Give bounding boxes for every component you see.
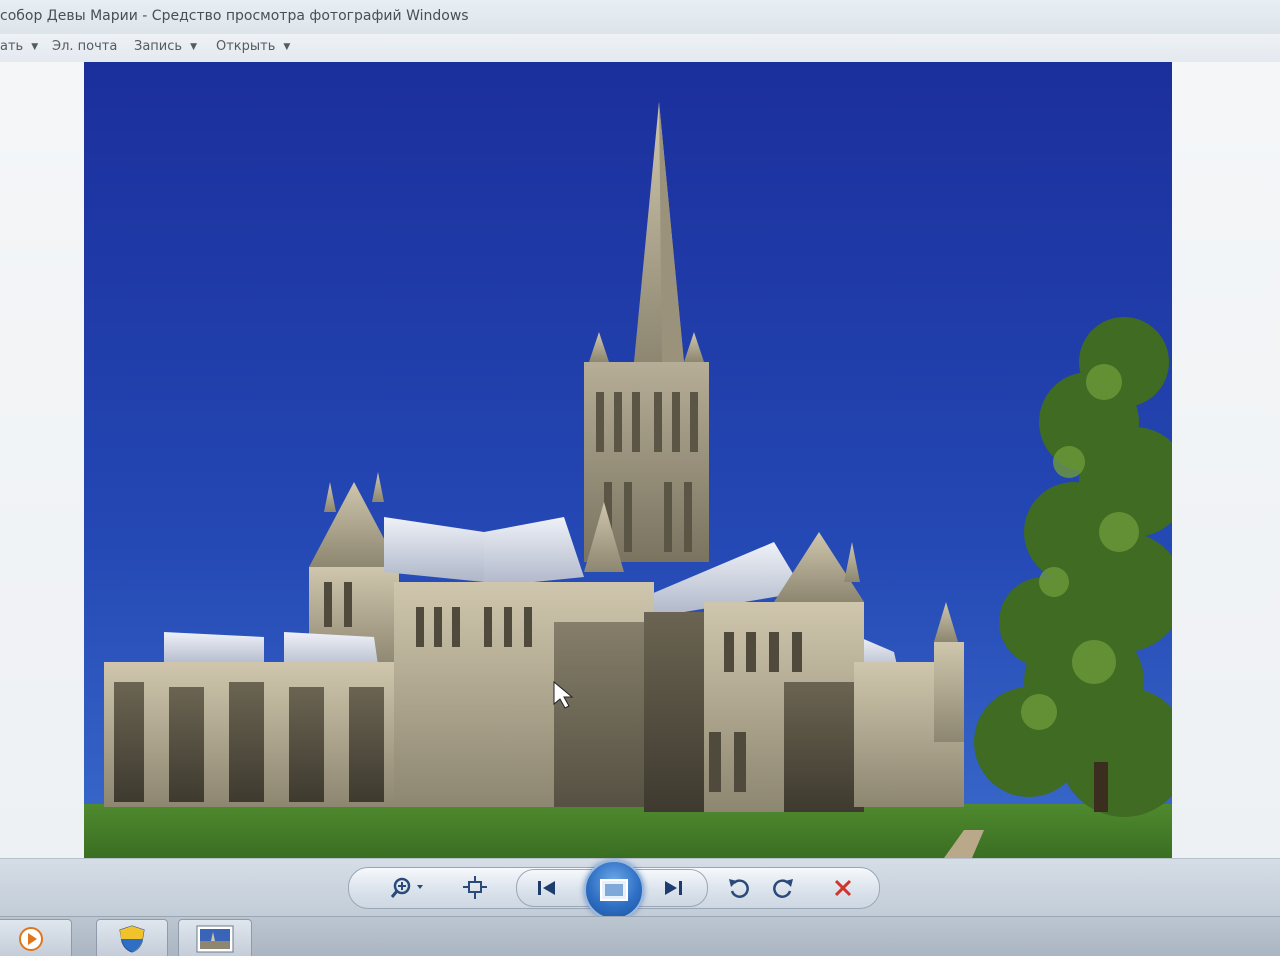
slideshow-button[interactable] bbox=[584, 860, 644, 920]
rotate-clockwise-icon bbox=[773, 879, 793, 898]
rotate-right-button[interactable] bbox=[766, 871, 800, 905]
chevron-down-icon: ▼ bbox=[283, 42, 291, 52]
menu-item-label: Эл. почта bbox=[52, 39, 118, 54]
chevron-down-icon: ▼ bbox=[190, 42, 197, 52]
title-bar: собор Девы Марии - Средство просмотра фо… bbox=[0, 0, 1280, 34]
zoom-button[interactable] bbox=[384, 871, 430, 905]
taskbar-item-media-player[interactable] bbox=[0, 919, 72, 956]
slideshow-icon bbox=[600, 879, 628, 901]
previous-icon bbox=[538, 881, 555, 895]
photo-thumbnail-icon bbox=[196, 925, 234, 953]
magnifier-icon bbox=[390, 877, 423, 898]
menu-bar: ать ▼ Эл. почта Запись ▼ Открыть ▼ bbox=[0, 34, 1280, 63]
taskbar-item-photo-viewer[interactable] bbox=[178, 919, 252, 956]
menu-item-label: Запись bbox=[134, 39, 183, 54]
actual-size-button[interactable] bbox=[458, 871, 492, 905]
next-button[interactable] bbox=[656, 871, 690, 905]
shield-icon bbox=[119, 925, 145, 953]
rotate-counterclockwise-icon bbox=[729, 879, 749, 898]
play-circle-icon bbox=[19, 927, 43, 951]
menu-item-label: Открыть bbox=[216, 39, 276, 54]
photo-viewer-area bbox=[0, 62, 1280, 858]
rotate-left-button[interactable] bbox=[722, 871, 756, 905]
menu-item-open[interactable]: Открыть ▼ bbox=[216, 39, 290, 54]
menu-item-print[interactable]: ать ▼ bbox=[0, 39, 38, 54]
menu-item-label: ать bbox=[0, 39, 24, 54]
previous-button[interactable] bbox=[530, 871, 564, 905]
cathedral-illustration bbox=[84, 62, 1172, 858]
next-icon bbox=[665, 881, 682, 895]
window-title: собор Девы Марии - Средство просмотра фо… bbox=[0, 8, 469, 24]
delete-x-icon bbox=[834, 879, 852, 897]
fit-window-icon bbox=[463, 876, 487, 899]
menu-item-email[interactable]: Эл. почта bbox=[52, 39, 117, 54]
taskbar bbox=[0, 916, 1280, 956]
viewer-controls bbox=[0, 858, 1280, 920]
delete-button[interactable] bbox=[826, 871, 860, 905]
cathedral-photo bbox=[84, 62, 1172, 858]
menu-item-burn[interactable]: Запись ▼ bbox=[134, 39, 197, 54]
chevron-down-icon: ▼ bbox=[31, 42, 39, 52]
taskbar-item-security-center[interactable] bbox=[96, 919, 168, 956]
